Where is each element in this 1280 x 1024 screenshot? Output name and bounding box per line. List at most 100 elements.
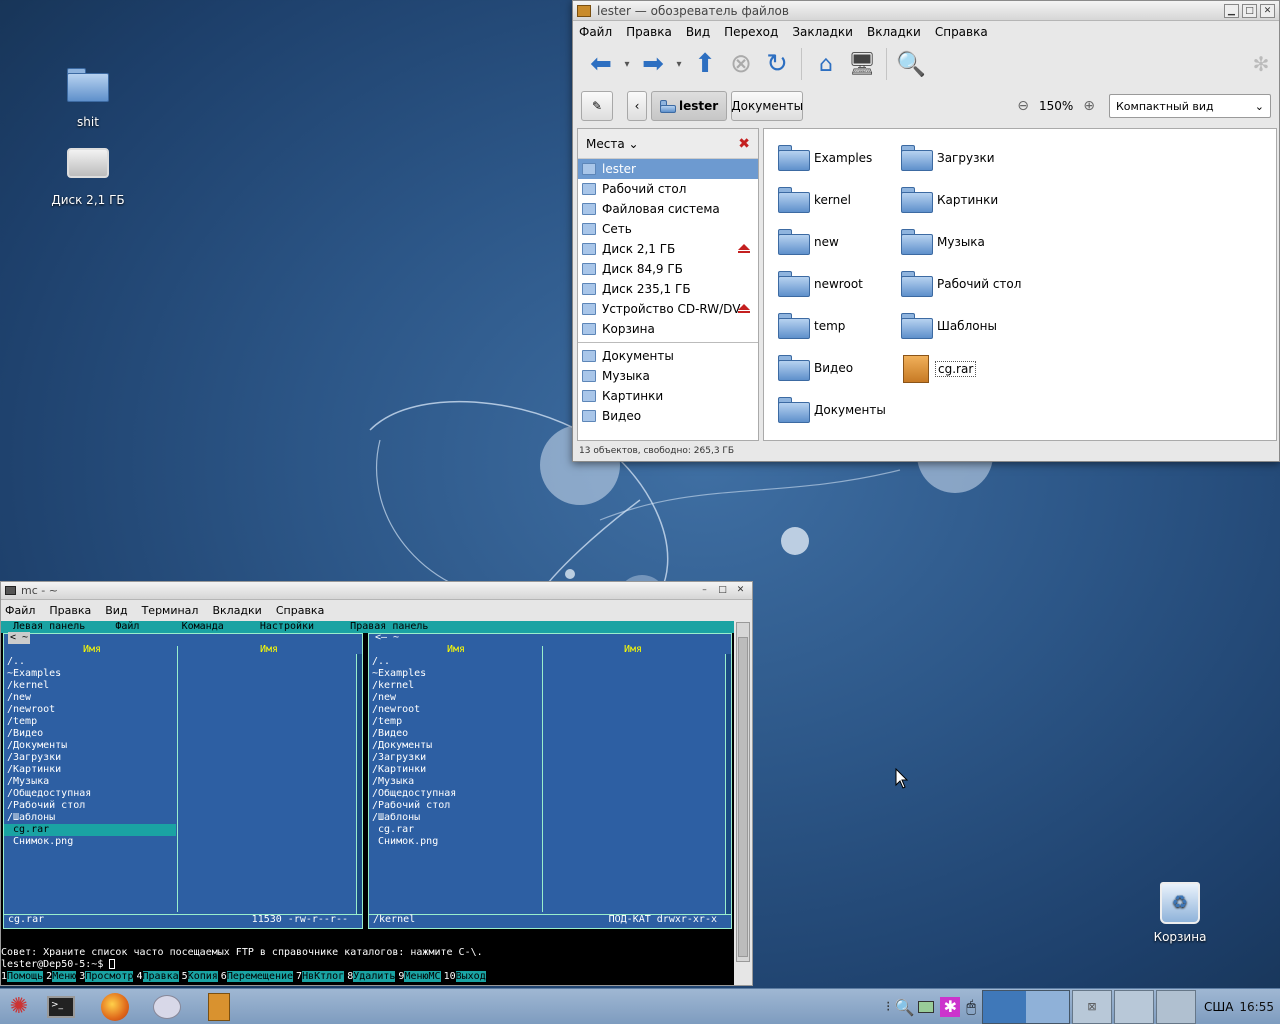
eject-icon[interactable] bbox=[738, 304, 750, 313]
place-item[interactable]: Рабочий стол bbox=[578, 179, 758, 199]
mc-file-row[interactable]: /Документы bbox=[4, 740, 176, 752]
place-item[interactable]: Файловая система bbox=[578, 199, 758, 219]
minimize-button[interactable]: – bbox=[697, 584, 712, 598]
file-item[interactable]: Музыка bbox=[901, 229, 985, 255]
mc-left-scrollbar[interactable] bbox=[356, 654, 362, 914]
mc-file-row[interactable]: /Загрузки bbox=[4, 752, 176, 764]
mc-fkey[interactable]: 8Удалить bbox=[347, 971, 396, 983]
close-button[interactable]: ✕ bbox=[1260, 3, 1275, 18]
edit-location-button[interactable]: ✎ bbox=[581, 91, 613, 121]
maximize-button[interactable]: □ bbox=[1242, 3, 1257, 18]
mc-file-row[interactable]: ~Examples bbox=[4, 668, 176, 680]
zoom-in-button[interactable]: ⊕ bbox=[1083, 98, 1095, 114]
file-item[interactable]: kernel bbox=[778, 187, 851, 213]
mc-fkey[interactable]: 1Помощь bbox=[1, 971, 44, 983]
mc-file-row[interactable]: /new bbox=[4, 692, 176, 704]
breadcrumb-next[interactable]: Документы bbox=[731, 91, 804, 121]
mc-file-row[interactable]: /Музыка bbox=[4, 776, 176, 788]
firefox-launcher[interactable] bbox=[98, 992, 132, 1022]
term-menu-view[interactable]: Вид bbox=[105, 604, 127, 617]
mc-file-row[interactable]: /Общедоступная bbox=[369, 788, 541, 800]
minimize-button[interactable]: ▁ bbox=[1224, 3, 1239, 18]
search-button[interactable]: 🔍 bbox=[893, 46, 929, 82]
close-button[interactable]: ✕ bbox=[733, 584, 748, 598]
messenger-launcher[interactable] bbox=[150, 992, 184, 1022]
places-header[interactable]: Места ⌄ ✖ bbox=[578, 129, 758, 159]
reload-button[interactable]: ↻ bbox=[759, 46, 795, 82]
back-history-button[interactable]: ▾ bbox=[619, 46, 635, 82]
mc-file-row[interactable]: /Музыка bbox=[369, 776, 541, 788]
menu-tabs[interactable]: Вкладки bbox=[867, 25, 921, 39]
file-item[interactable]: cg.rar bbox=[901, 355, 977, 383]
desktop-icon-folder[interactable]: shit bbox=[40, 68, 136, 129]
archive-launcher[interactable] bbox=[202, 992, 236, 1022]
forward-history-button[interactable]: ▾ bbox=[671, 46, 687, 82]
eject-icon[interactable] bbox=[738, 244, 750, 253]
desktop-icon-trash[interactable]: ♻ Корзина bbox=[1132, 882, 1228, 944]
mc-file-row[interactable]: /Картинки bbox=[4, 764, 176, 776]
mc-menu-bar[interactable]: Левая панель Файл Команда Настройки Прав… bbox=[1, 621, 734, 633]
mc-right-scrollbar[interactable] bbox=[725, 654, 731, 914]
mc-file-row[interactable]: /Шаблоны bbox=[369, 812, 541, 824]
mc-fkey[interactable]: 9МенюMC bbox=[398, 971, 441, 983]
file-item[interactable]: newroot bbox=[778, 271, 863, 297]
mc-file-row[interactable]: /Видео bbox=[4, 728, 176, 740]
menu-bookmarks[interactable]: Закладки bbox=[792, 25, 853, 39]
file-item[interactable]: Загрузки bbox=[901, 145, 995, 171]
term-menu-help[interactable]: Справка bbox=[276, 604, 324, 617]
tray-scroll-button[interactable]: ⁝ bbox=[886, 999, 890, 1015]
mc-file-row[interactable]: /temp bbox=[369, 716, 541, 728]
terminal-scrollbar[interactable] bbox=[736, 622, 750, 962]
place-item[interactable]: Сеть bbox=[578, 219, 758, 239]
mc-fkey[interactable]: 2Меню bbox=[46, 971, 77, 983]
term-menu-file[interactable]: Файл bbox=[5, 604, 35, 617]
mc-right-header[interactable]: <— ~ bbox=[373, 632, 401, 644]
file-item[interactable]: temp bbox=[778, 313, 845, 339]
mc-file-row[interactable]: /Рабочий стол bbox=[369, 800, 541, 812]
midnight-commander[interactable]: Левая панель Файл Команда Настройки Прав… bbox=[1, 621, 734, 985]
bookmark-item[interactable]: Картинки bbox=[578, 386, 758, 406]
term-menu-edit[interactable]: Правка bbox=[49, 604, 91, 617]
mc-left-header[interactable]: < ~ bbox=[8, 632, 31, 644]
keyboard-layout[interactable]: США bbox=[1204, 1000, 1233, 1014]
file-item[interactable]: Шаблоны bbox=[901, 313, 997, 339]
menu-help[interactable]: Справка bbox=[935, 25, 988, 39]
mc-file-row[interactable]: /newroot bbox=[369, 704, 541, 716]
up-button[interactable]: ⬆ bbox=[687, 46, 723, 82]
mc-file-row[interactable]: /new bbox=[369, 692, 541, 704]
mc-file-row[interactable]: /Загрузки bbox=[369, 752, 541, 764]
file-item[interactable]: Картинки bbox=[901, 187, 998, 213]
terminal-launcher[interactable]: >_ bbox=[44, 992, 78, 1022]
file-manager-titlebar[interactable]: lester — обозреватель файлов ▁ □ ✕ bbox=[573, 1, 1279, 21]
term-menu-terminal[interactable]: Терминал bbox=[142, 604, 199, 617]
settings-icon[interactable]: ✱ bbox=[940, 997, 961, 1017]
back-button[interactable]: ⬅ bbox=[583, 46, 619, 82]
window-button-blank[interactable] bbox=[1155, 990, 1196, 1024]
mc-file-row[interactable]: /Документы bbox=[369, 740, 541, 752]
menu-edit[interactable]: Правка bbox=[626, 25, 672, 39]
menu-view[interactable]: Вид bbox=[686, 25, 710, 39]
forward-button[interactable]: ➡ bbox=[635, 46, 671, 82]
view-mode-select[interactable]: Компактный вид ⌄ bbox=[1109, 94, 1271, 118]
window-button-filemanager[interactable]: ⊠ bbox=[1071, 990, 1112, 1024]
window-button-firefox[interactable] bbox=[1113, 990, 1154, 1024]
mc-file-row[interactable]: /Видео bbox=[369, 728, 541, 740]
mc-file-row[interactable]: /Рабочий стол bbox=[4, 800, 176, 812]
place-item[interactable]: lester bbox=[578, 159, 758, 179]
maximize-button[interactable]: □ bbox=[715, 584, 730, 598]
bookmark-item[interactable]: Музыка bbox=[578, 366, 758, 386]
menu-go[interactable]: Переход bbox=[724, 25, 778, 39]
workspace-pager[interactable] bbox=[981, 990, 1070, 1024]
mouse-icon[interactable]: 🖱 bbox=[966, 997, 976, 1017]
mc-fkey[interactable]: 3Просмотр bbox=[79, 971, 134, 983]
file-item[interactable]: Документы bbox=[778, 397, 886, 423]
breadcrumb-left-button[interactable]: ‹ bbox=[627, 91, 647, 121]
mc-file-row[interactable]: /temp bbox=[4, 716, 176, 728]
mc-command-line[interactable]: lester@Dep50-5:~$ bbox=[1, 959, 734, 971]
mc-file-row[interactable]: cg.rar bbox=[369, 824, 541, 836]
file-item[interactable]: new bbox=[778, 229, 839, 255]
place-item[interactable]: Корзина bbox=[578, 319, 758, 339]
mc-file-row[interactable]: Снимок.png bbox=[4, 836, 176, 848]
bookmark-item[interactable]: Документы bbox=[578, 346, 758, 366]
mc-file-row[interactable]: cg.rar bbox=[4, 824, 176, 836]
